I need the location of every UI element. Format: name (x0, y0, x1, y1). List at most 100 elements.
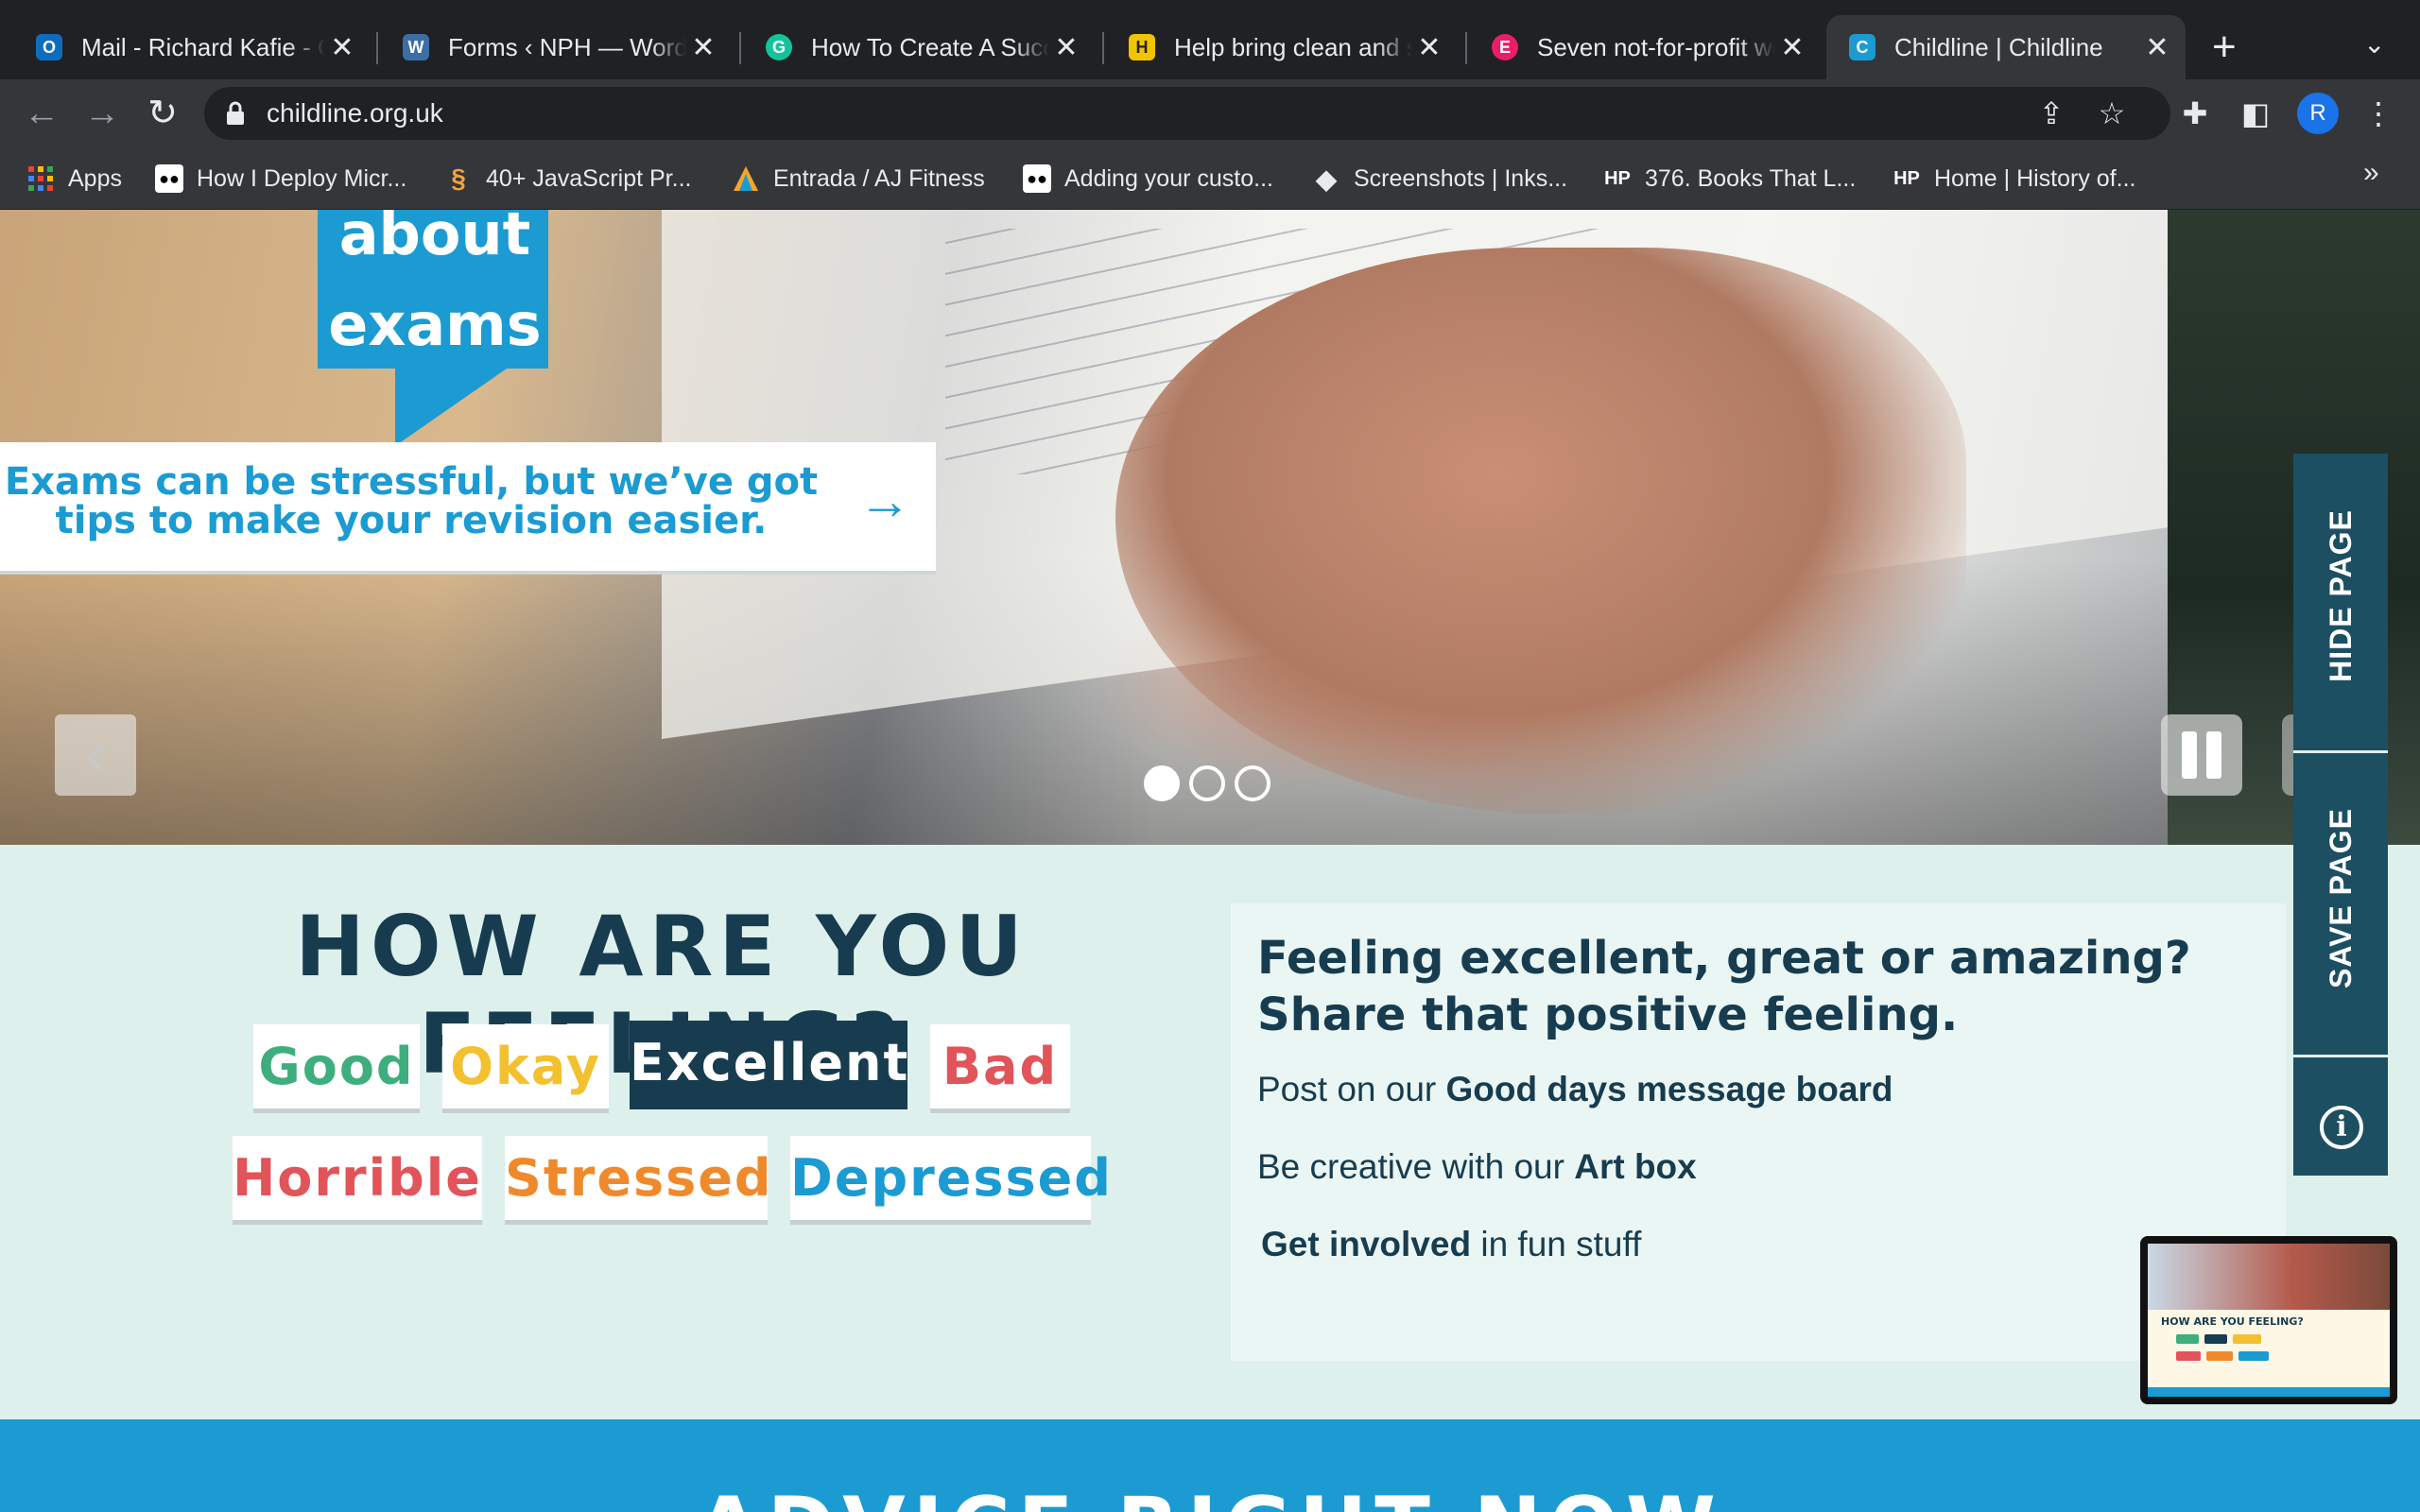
carousel-dot[interactable] (1189, 765, 1225, 801)
tab-title: Help bring clean and safe water (1174, 32, 1412, 61)
close-icon[interactable]: ✕ (1049, 31, 1083, 64)
save-page-label: SAVE PAGE (2323, 807, 2358, 988)
browser-toolbar: ← → ↻ childline.org.uk ⇪ ☆ ✚ ◧ R ⋮ (0, 79, 2420, 147)
extensions-puzzle-icon[interactable]: ✚ (2174, 93, 2216, 134)
forward-arrow-icon[interactable]: → (81, 93, 123, 134)
tab-childline[interactable]: C Childline | Childline ✕ (1826, 15, 2186, 79)
tab-title: Forms ‹ NPH — WordPress (448, 32, 686, 61)
art-box-link[interactable]: Art box (1574, 1147, 1697, 1186)
hero-headline-line2: exams (328, 290, 542, 359)
share-icon[interactable]: ⇪ (2032, 94, 2070, 132)
side-panel-icon[interactable]: ◧ (2235, 93, 2276, 134)
bookmarks-overflow-chevron-icon[interactable]: » (2363, 157, 2379, 189)
advice-heading: ADVICE RIGHT NOW (0, 1480, 2420, 1512)
info-row-prefix: Post on our (1257, 1070, 1437, 1108)
screenshot-thumbnail[interactable]: HOW ARE YOU FEELING? (2140, 1236, 2397, 1404)
get-involved-link[interactable]: Get involved (1261, 1225, 1471, 1263)
bookmark-label: 376. Books That L... (1645, 164, 1857, 192)
thumbnail-chip (2176, 1334, 2199, 1344)
address-bar[interactable]: childline.org.uk ⇪ ☆ (204, 87, 2170, 140)
e-icon: E (1492, 34, 1518, 60)
medium-icon: ●● (1023, 164, 1051, 193)
hide-page-button[interactable]: HIDE PAGE (2293, 454, 2388, 737)
info-row-get-involved: Get involved in fun stuff (1261, 1225, 1641, 1264)
bookmark-item[interactable]: § 40+ JavaScript Pr... (444, 161, 691, 197)
close-icon[interactable]: ✕ (2140, 31, 2174, 64)
bookmark-item[interactable]: ●● Adding your custo... (1023, 161, 1273, 197)
url-text: childline.org.uk (267, 98, 443, 128)
speech-bubble-tail (395, 369, 507, 446)
bookmark-label: 40+ JavaScript Pr... (486, 164, 692, 192)
bookmark-apps[interactable]: Apps (26, 161, 122, 197)
mood-info-title: Feeling excellent, great or amazing? Sha… (1257, 932, 2191, 1041)
close-icon[interactable]: ✕ (1412, 31, 1446, 64)
good-days-message-board-link[interactable]: Good days message board (1446, 1070, 1893, 1108)
tab-wordpress[interactable]: W Forms ‹ NPH — WordPress ✕ (380, 15, 732, 79)
mood-okay-button[interactable]: Okay (442, 1024, 609, 1113)
inkscape-icon: ◆ (1316, 163, 1337, 194)
tab-outlook[interactable]: O Mail - Richard Kafie - Outlook ✕ (13, 15, 371, 79)
profile-avatar[interactable]: R (2297, 93, 2339, 134)
rail-divider (2293, 1055, 2388, 1057)
new-tab-plus-icon[interactable]: + (2212, 26, 2237, 68)
grammarly-icon: G (766, 34, 792, 60)
mood-stressed-button[interactable]: Stressed (505, 1136, 771, 1225)
carousel-dot[interactable] (1235, 765, 1270, 801)
tab-separator (1102, 32, 1104, 64)
tab-nonprofit[interactable]: E Seven not-for-profit websites ✕ (1469, 15, 1821, 79)
mood-good-button[interactable]: Good (253, 1024, 420, 1113)
tab-separator (739, 32, 741, 64)
hero-carousel: about exams Exams can be stressful, but … (0, 210, 2420, 845)
rail-divider (2293, 750, 2388, 753)
info-row-art-box: Be creative with our Art box (1257, 1147, 1697, 1187)
carousel-prev-button[interactable]: ‹ (55, 714, 136, 796)
tab-title: Childline | Childline (1894, 32, 2103, 61)
tab-grammarly[interactable]: G How To Create A Successful ✕ (743, 15, 1095, 79)
tab-title: How To Create A Successful (811, 32, 1049, 61)
bookmark-label: Entrada / AJ Fitness (773, 164, 985, 192)
close-icon[interactable]: ✕ (686, 31, 720, 64)
hp-icon: HP (1893, 167, 1920, 189)
bookmark-item[interactable]: HP 376. Books That L... (1603, 161, 1856, 197)
bookmark-item[interactable]: HP Home | History of... (1893, 161, 2135, 197)
thumbnail-chip (2206, 1351, 2233, 1361)
hero-headline: about exams (321, 210, 548, 370)
carousel-pause-button[interactable] (2161, 714, 2242, 796)
tab-charity[interactable]: H Help bring clean and safe water ✕ (1106, 15, 1458, 79)
carousel-dot[interactable] (1144, 765, 1180, 801)
tab-search-chevron-icon[interactable]: ⌄ (2363, 28, 2385, 60)
mood-depressed-button[interactable]: Depressed (790, 1136, 1111, 1225)
info-row-suffix: in fun stuff (1480, 1225, 1642, 1263)
back-arrow-icon[interactable]: ← (21, 93, 62, 134)
swirl-icon: § (451, 163, 466, 193)
close-icon[interactable]: ✕ (325, 31, 359, 64)
tab-title: Mail - Richard Kafie - Outlook (81, 32, 325, 61)
hero-caption-text: Exams can be stressful, but we’ve got ti… (4, 460, 819, 542)
reload-icon[interactable]: ↻ (142, 93, 183, 134)
medium-icon: ●● (155, 164, 183, 193)
mood-excellent-button[interactable]: Excellent (630, 1021, 908, 1109)
bookmark-star-icon[interactable]: ☆ (2093, 94, 2131, 132)
thumbnail-chip (2204, 1334, 2227, 1344)
tab-title: Seven not-for-profit websites (1537, 32, 1775, 61)
thumbnail-hero (2148, 1244, 2390, 1310)
bookmark-item[interactable]: ●● How I Deploy Micr... (155, 161, 406, 197)
advice-section: ADVICE RIGHT NOW (0, 1419, 2420, 1512)
outlook-icon: O (36, 34, 62, 60)
bookmark-item[interactable]: Entrada / AJ Fitness (732, 161, 985, 197)
mood-bad-button[interactable]: Bad (930, 1024, 1070, 1113)
menu-kebab-icon[interactable]: ⋮ (2358, 93, 2399, 134)
hero-caption-link[interactable]: Exams can be stressful, but we’ve got ti… (0, 442, 936, 575)
mood-horrible-button[interactable]: Horrible (233, 1136, 482, 1225)
safety-side-rail: HIDE PAGE SAVE PAGE i (2293, 454, 2388, 1176)
close-icon[interactable]: ✕ (1775, 31, 1809, 64)
childline-icon: C (1849, 34, 1876, 60)
hero-headline-line1: about (338, 210, 531, 268)
bookmarks-bar: Apps ●● How I Deploy Micr... § 40+ JavaS… (0, 147, 2420, 210)
thumbnail-footer (2148, 1387, 2390, 1397)
bookmark-item[interactable]: ◆ Screenshots | Inks... (1312, 161, 1567, 197)
info-icon[interactable]: i (2320, 1106, 2363, 1149)
save-page-button[interactable]: SAVE PAGE (2293, 756, 2388, 1040)
thumbnail-chip (2176, 1351, 2201, 1361)
hide-page-label: HIDE PAGE (2323, 508, 2358, 682)
